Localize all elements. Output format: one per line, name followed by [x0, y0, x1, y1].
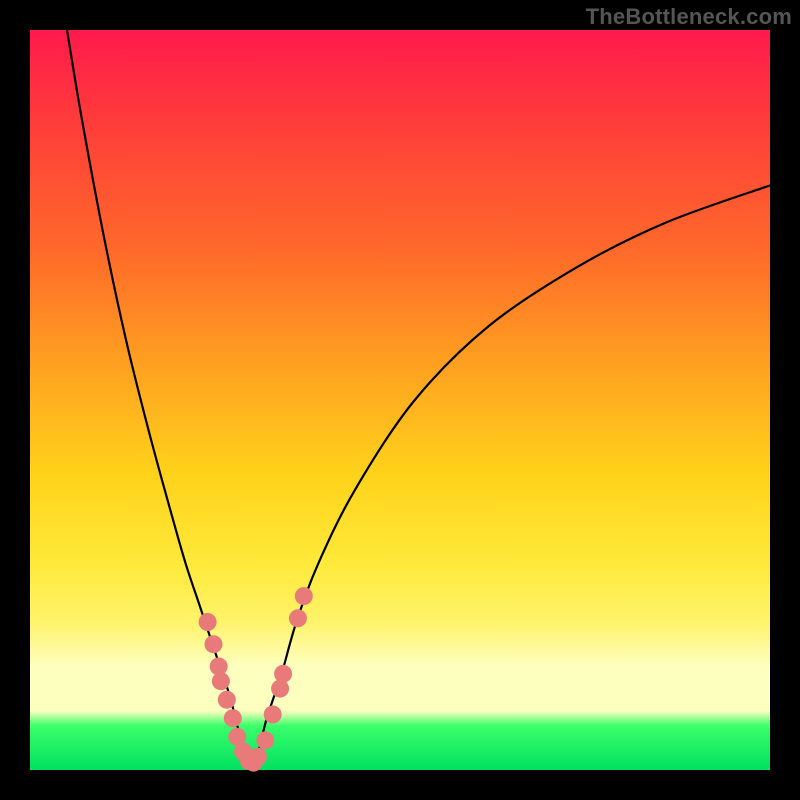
chart-frame: TheBottleneck.com: [0, 0, 800, 800]
marker-point: [271, 680, 289, 698]
marker-point: [212, 672, 230, 690]
marker-point: [264, 706, 282, 724]
chart-svg: [30, 30, 770, 770]
marker-point: [274, 665, 292, 683]
v-curve: [67, 30, 770, 770]
curve-left-branch: [67, 30, 252, 770]
marker-point: [289, 609, 307, 627]
marker-point: [205, 635, 223, 653]
marker-point: [224, 709, 242, 727]
marker-point: [199, 613, 217, 631]
marker-point: [218, 691, 236, 709]
markers-group: [199, 587, 313, 772]
marker-point: [249, 748, 267, 766]
marker-point: [256, 731, 274, 749]
watermark-label: TheBottleneck.com: [586, 4, 792, 30]
plot-area: [30, 30, 770, 770]
curve-right-branch: [252, 185, 770, 770]
marker-point: [295, 587, 313, 605]
